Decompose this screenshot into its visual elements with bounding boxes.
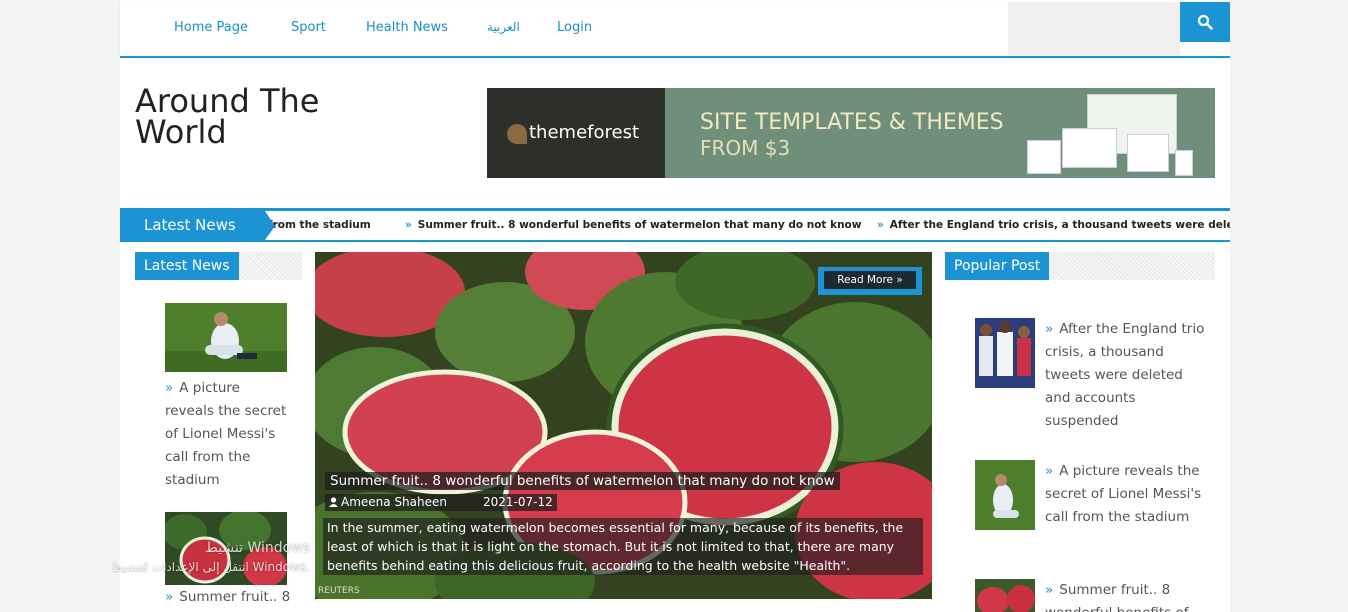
news-ticker: from the stadium » Summer fruit.. 8 wonde… <box>120 208 1230 242</box>
device-mockup-laptop <box>1062 128 1117 168</box>
image-credit: REUTERS <box>318 586 360 596</box>
featured-title[interactable]: Summer fruit.. 8 wonderful benefits of w… <box>325 472 840 490</box>
device-mockup-tablet <box>1027 140 1061 174</box>
nav-arabic[interactable]: العربية <box>487 20 520 34</box>
article-thumbnail[interactable] <box>975 318 1035 388</box>
article-thumbnail[interactable] <box>975 460 1035 530</box>
list-item[interactable]: » Summer fruit.. 8 <box>165 586 293 609</box>
nav-filler <box>1008 2 1180 56</box>
site-title-line2: World <box>135 113 227 151</box>
device-mockup-tablet2 <box>1127 134 1169 172</box>
banner-brand-block: themeforest <box>487 88 665 178</box>
nav-login[interactable]: Login <box>557 20 592 35</box>
chevron-right-icon: » <box>1045 463 1054 479</box>
read-more-button[interactable]: Read More » <box>818 267 922 295</box>
search-icon <box>1197 14 1213 30</box>
chevron-right-icon: » <box>1045 582 1054 598</box>
ad-banner[interactable]: themeforest SITE TEMPLATES & THEMES FROM… <box>487 88 1215 178</box>
watermelon-image <box>975 579 1035 612</box>
article-thumbnail[interactable] <box>165 303 287 372</box>
featured-author: Ameena Shaheen <box>341 495 447 509</box>
featured-date: 2021-07-12 <box>483 495 553 509</box>
chevron-right-icon: » <box>1045 321 1054 337</box>
nav-health-news[interactable]: Health News <box>366 20 448 35</box>
search-button[interactable] <box>1180 2 1230 42</box>
england-players-image <box>975 318 1035 388</box>
article-thumbnail[interactable] <box>975 579 1035 612</box>
popular-post-heading: Popular Post <box>945 252 1050 280</box>
featured-excerpt: In the summer, eating watermelon becomes… <box>323 518 923 575</box>
windows-activation-watermark: تنشيط Windows انتقل إلى الإعدادات لتنشيط… <box>111 540 310 574</box>
leaf-icon <box>507 124 527 144</box>
banner-brand: themeforest <box>529 122 640 143</box>
chevron-right-icon: » <box>165 380 174 396</box>
site-title[interactable]: Around The World <box>135 85 319 151</box>
page-gutter-left <box>0 0 120 612</box>
chevron-right-icon: » <box>405 219 412 231</box>
list-item[interactable]: »Summer fruit.. 8 wonderful benefits of <box>1045 579 1205 612</box>
soccer-player-image <box>165 303 287 372</box>
nav-home[interactable]: Home Page <box>174 20 248 35</box>
chevron-right-icon: » <box>877 219 884 231</box>
banner-price: FROM $3 <box>700 136 791 160</box>
list-item[interactable]: » After the England trio crisis, a thousa… <box>1045 318 1205 433</box>
popular-post-heading-bar: Popular Post <box>945 252 1215 280</box>
chevron-right-icon: » <box>165 589 174 605</box>
latest-news-heading: Latest News <box>135 252 239 280</box>
top-navigation: Home Page Sport Health News العربية Logi… <box>120 2 1008 56</box>
device-mockup-phone <box>1175 150 1193 176</box>
nav-underline <box>120 56 1230 58</box>
latest-news-heading-bar: Latest News <box>135 252 302 280</box>
ticker-item[interactable]: from the stadium <box>268 219 371 231</box>
page-container: Home Page Sport Health News العربية Logi… <box>120 0 1230 612</box>
ticker-item[interactable]: » Summer fruit.. 8 wonderful benefits of … <box>405 219 861 231</box>
user-icon <box>329 497 338 507</box>
list-item[interactable]: » A picture reveals the secret of Lionel … <box>1045 460 1205 529</box>
featured-meta: Ameena Shaheen 2021-07-12 <box>325 494 557 511</box>
ticker-item[interactable]: » After the England trio crisis, a thousa… <box>877 219 1230 231</box>
soccer-player-image <box>975 460 1035 530</box>
featured-article[interactable]: Read More » Summer fruit.. 8 wonderful b… <box>315 252 932 599</box>
nav-sport[interactable]: Sport <box>291 20 326 35</box>
ticker-label: Latest News <box>120 211 275 240</box>
list-item[interactable]: » A picture reveals the secret of Lionel … <box>165 377 293 492</box>
page-gutter-right <box>1230 0 1348 612</box>
banner-headline: SITE TEMPLATES & THEMES <box>700 110 1004 135</box>
